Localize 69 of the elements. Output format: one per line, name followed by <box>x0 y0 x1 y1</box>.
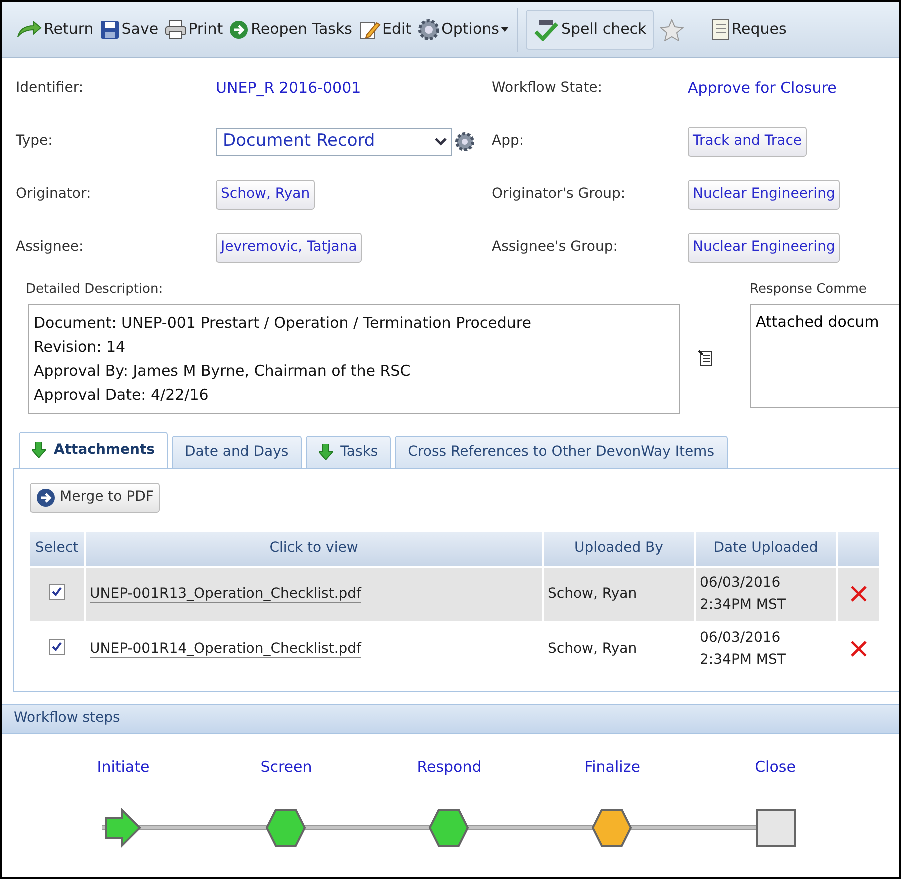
field-label: App: <box>492 132 526 151</box>
field-label: Assignee's Group: <box>492 238 619 257</box>
merge-button[interactable]: Merge to PDF <box>30 482 160 512</box>
delete-icon[interactable] <box>850 584 868 603</box>
field-value-link[interactable]: UNEP_R 2016-0001 <box>216 77 362 100</box>
arrow-circle-icon <box>229 20 250 40</box>
field-value-button[interactable]: Track and Trace <box>688 126 808 156</box>
checkbox[interactable] <box>49 638 65 654</box>
field-label: Workflow State: <box>492 79 604 98</box>
toolbar-button[interactable]: Return <box>16 10 94 50</box>
description-field[interactable]: Document: UNEP-001 Prestart / Operation / Termination Procedure Revision: 14 Approval By: James M Byrne, Chairman of the RSC Approval Date: 4/22/16 <box>28 304 680 414</box>
column-header: Uploaded By <box>544 532 694 566</box>
response-field[interactable]: Attached docum <box>750 304 899 408</box>
down-arrow-icon <box>318 444 333 460</box>
notes-icon[interactable] <box>698 350 714 368</box>
column-header: Click to view <box>86 532 542 566</box>
toolbar-button[interactable]: Spell check <box>526 10 654 50</box>
field-label: Assignee: <box>16 238 85 257</box>
step-label[interactable]: Respond <box>417 756 482 796</box>
step-label[interactable]: Screen <box>260 756 312 796</box>
toolbar-button[interactable]: Options <box>418 10 510 50</box>
tab[interactable]: Attachments <box>19 432 168 468</box>
field-value-button[interactable]: Jevremovic, Tatjana <box>216 232 362 262</box>
section-header: Workflow steps <box>2 704 899 734</box>
step-label[interactable]: Initiate <box>97 756 150 796</box>
table-cell: Schow, Ryan <box>548 640 638 656</box>
arrow-circle-icon <box>36 488 56 508</box>
gear-icon <box>418 18 440 40</box>
field-label: Originator: <box>16 185 92 204</box>
table-cell: Schow, Ryan <box>548 586 638 602</box>
column-header: Select <box>30 532 84 566</box>
file-link[interactable]: UNEP-001R14_Operation_Checklist.pdf <box>90 640 362 658</box>
printer-icon <box>164 20 187 40</box>
field-label: Response Comme <box>750 281 868 299</box>
tab[interactable]: Tasks <box>306 436 392 468</box>
gear-icon[interactable] <box>454 130 476 152</box>
table-cell-text: 2:34PM MST <box>700 651 787 670</box>
return-arrow-icon <box>16 20 42 38</box>
down-arrow-icon <box>32 442 46 458</box>
tab[interactable]: Date and Days <box>172 436 302 468</box>
column-header: Date Uploaded <box>696 532 836 566</box>
spell-check-icon <box>533 18 560 40</box>
field-value-button[interactable]: Nuclear Engineering <box>688 232 840 262</box>
field-label: Originator's Group: <box>492 185 627 204</box>
field-label: Type: <box>16 132 54 151</box>
file-link[interactable]: UNEP-001R13_Operation_Checklist.pdf <box>90 586 362 602</box>
document-icon <box>712 18 730 40</box>
toolbar-button[interactable]: Save <box>100 10 159 50</box>
star-icon <box>660 18 684 40</box>
step-label[interactable]: Finalize <box>584 756 640 796</box>
field-value-button[interactable]: Nuclear Engineering <box>688 180 840 210</box>
table-cell-text: 06/03/2016 <box>700 629 782 648</box>
toolbar-button[interactable]: Reques <box>712 10 787 50</box>
toolbar-button[interactable]: Reopen Tasks <box>229 10 352 50</box>
toolbar-button[interactable]: Edit <box>358 10 412 50</box>
tab[interactable]: Cross References to Other DevonWay Items <box>395 436 728 468</box>
type-dropdown[interactable]: Document Record <box>216 128 452 156</box>
caret-icon <box>501 27 510 32</box>
delete-icon[interactable] <box>850 640 868 658</box>
step-label[interactable]: Close <box>755 756 796 796</box>
field-value-button[interactable]: Schow, Ryan <box>216 180 316 210</box>
table-cell-text: 06/03/2016 <box>700 574 782 593</box>
table-cell-text: 2:34PM MST <box>700 596 787 615</box>
field-label: Detailed Description: <box>25 281 164 299</box>
field-label: Identifier: <box>16 79 85 98</box>
chevron-down-icon <box>435 138 447 146</box>
toolbar-button[interactable]: Print <box>164 10 224 50</box>
checkbox[interactable] <box>49 584 65 600</box>
field-value-link[interactable]: Approve for Closure <box>688 77 837 100</box>
